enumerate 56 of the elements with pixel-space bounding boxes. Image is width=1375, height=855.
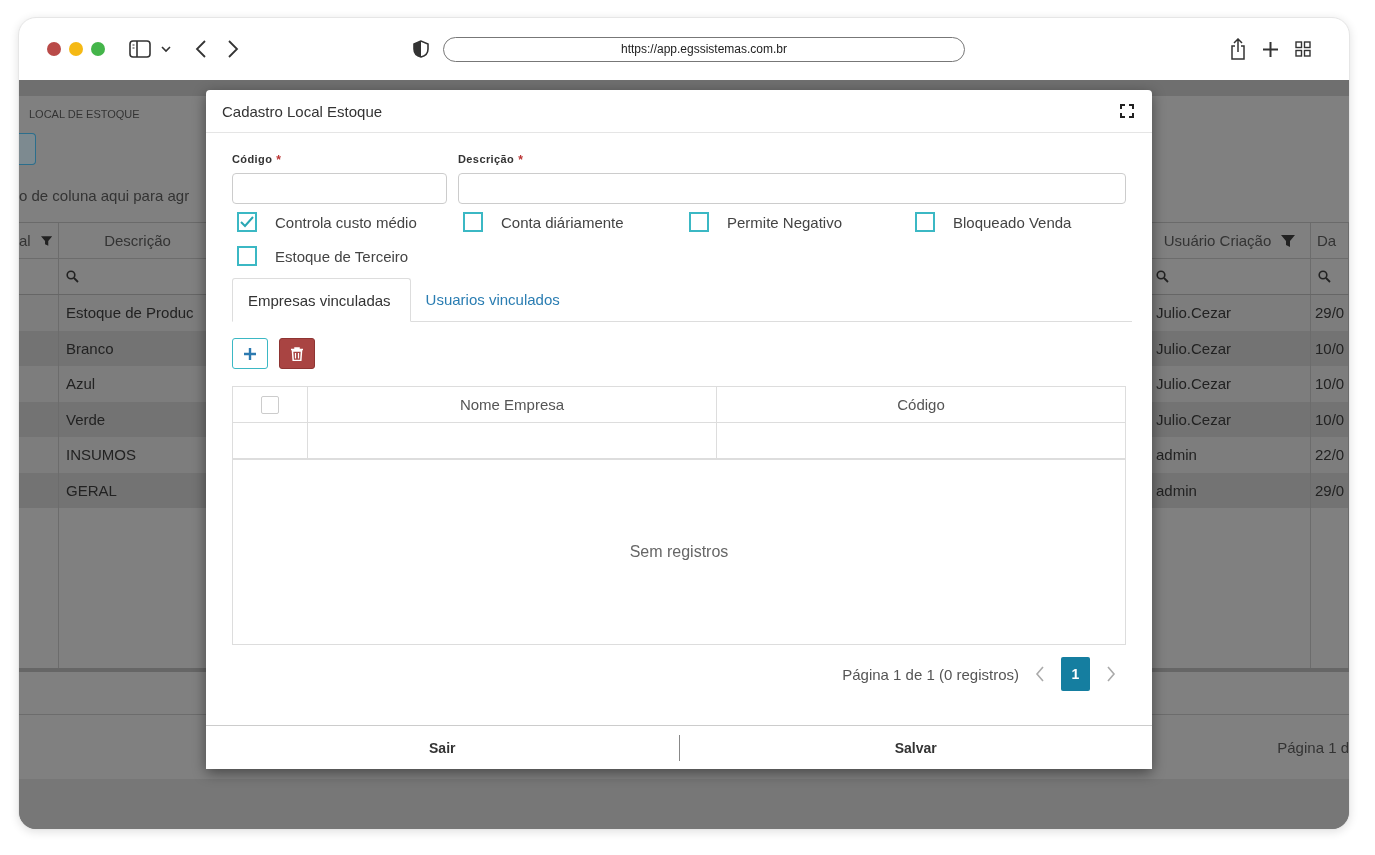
- fullscreen-icon[interactable]: [1120, 104, 1134, 118]
- tabs-overview-icon[interactable]: [1295, 41, 1311, 57]
- table-cell: 22/0: [1311, 437, 1349, 473]
- column-header[interactable]: Nome Empresa: [308, 387, 717, 422]
- checkbox-label: Controla custo médio: [275, 213, 417, 231]
- share-icon[interactable]: [1230, 38, 1246, 60]
- plus-icon: [243, 346, 257, 361]
- required-mark: *: [276, 153, 282, 169]
- checkbox[interactable]: [915, 212, 935, 232]
- group-hint: o de coluna aqui para agr: [19, 187, 190, 204]
- dialog-button[interactable]: Sair: [206, 726, 679, 769]
- next-page-icon[interactable]: [1106, 666, 1116, 682]
- checkbox[interactable]: [237, 246, 257, 266]
- search-icon[interactable]: [1156, 270, 1169, 283]
- forward-icon[interactable]: [227, 40, 239, 58]
- checkbox[interactable]: [237, 212, 257, 232]
- trash-icon: [291, 346, 303, 361]
- checkbox[interactable]: [689, 212, 709, 232]
- input-field[interactable]: [458, 173, 1126, 204]
- checkbox-label: Bloqueado Venda: [953, 213, 1072, 231]
- new-tab-icon[interactable]: [1262, 40, 1279, 58]
- checkbox-label: Permite Negativo: [727, 213, 843, 231]
- filter-icon[interactable]: [1281, 233, 1296, 248]
- empty-message: Sem registros: [629, 543, 729, 561]
- pager-summary: Página 1 d: [1277, 738, 1349, 756]
- field-label: Código: [232, 153, 273, 167]
- chevron-down-icon[interactable]: [161, 45, 171, 53]
- tab[interactable]: Empresas vinculadas: [232, 278, 411, 322]
- sidebar-icon[interactable]: [129, 40, 151, 58]
- delete-button[interactable]: [279, 338, 315, 369]
- table-cell: 10/0: [1311, 366, 1349, 402]
- zoom-window-button[interactable]: [91, 42, 105, 56]
- page-button[interactable]: 1: [1061, 657, 1090, 691]
- filter-icon[interactable]: [40, 233, 52, 248]
- checkbox[interactable]: [463, 212, 483, 232]
- add-button[interactable]: [232, 338, 268, 369]
- breadcrumb: LOCAL DE ESTOQUE: [29, 108, 140, 120]
- checkbox-label: Conta diáriamente: [501, 213, 624, 231]
- required-mark: *: [518, 153, 524, 169]
- dialog-button[interactable]: Salvar: [679, 726, 1152, 769]
- shield-icon: [413, 40, 429, 58]
- search-icon[interactable]: [1318, 270, 1331, 283]
- tab[interactable]: Usuarios vinculados: [410, 278, 579, 321]
- table-cell: 29/0: [1311, 472, 1349, 508]
- search-icon[interactable]: [66, 270, 79, 283]
- previous-page-icon[interactable]: [1035, 666, 1045, 682]
- table-cell: 29/0: [1311, 295, 1349, 331]
- dialog-title: Cadastro Local Estoque: [222, 102, 383, 120]
- select-all-checkbox[interactable]: [261, 395, 279, 414]
- column-header[interactable]: Código: [717, 387, 1125, 422]
- pager-summary: Página 1 de 1 (0 registros): [842, 665, 1019, 683]
- checkbox-label: Estoque de Terceiro: [275, 247, 409, 265]
- back-icon[interactable]: [195, 40, 207, 58]
- field-label: Descrição: [458, 153, 515, 167]
- input-field[interactable]: [232, 173, 447, 204]
- close-window-button[interactable]: [47, 42, 61, 56]
